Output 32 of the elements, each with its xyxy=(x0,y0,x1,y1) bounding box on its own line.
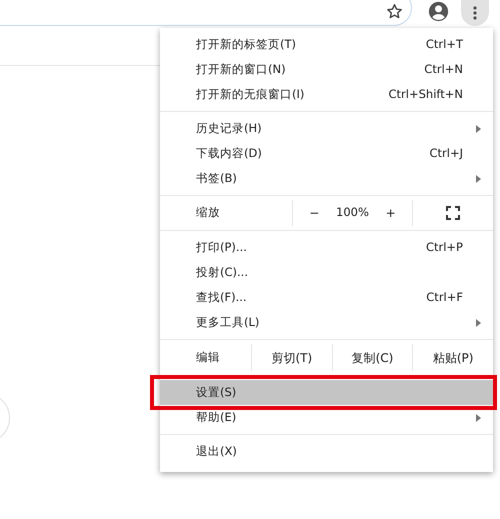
menu-item[interactable]: 历史记录(H) xyxy=(160,116,493,141)
menu-item[interactable]: 打开新的窗口(N) Ctrl+N xyxy=(160,57,493,82)
shortcut-text: Ctrl+F xyxy=(426,288,463,306)
shortcut-text: Ctrl+J xyxy=(430,144,463,162)
shortcut-text: Ctrl+T xyxy=(426,36,463,53)
star-icon[interactable] xyxy=(386,3,403,20)
menu-item[interactable]: 书签(B) xyxy=(160,166,493,191)
shortcut-text: Ctrl+Shift+N xyxy=(388,86,463,103)
edit-button[interactable]: 粘贴(P) xyxy=(412,344,494,371)
menu-item[interactable]: 打印(P)... Ctrl+P xyxy=(160,235,493,260)
menu-item[interactable]: 投射(C)... xyxy=(160,260,493,285)
shortcut-text: Ctrl+N xyxy=(424,60,463,78)
menu-item[interactable]: 退出(X) xyxy=(160,439,493,464)
menu-item[interactable]: 下载内容(D) Ctrl+J xyxy=(160,141,493,166)
edit-label: 编辑 xyxy=(195,348,221,366)
edit-button[interactable]: 复制(C) xyxy=(332,344,412,371)
menu-item[interactable]: 帮助(E) xyxy=(160,405,493,430)
shortcut-text: Ctrl+P xyxy=(426,238,463,256)
account-icon[interactable] xyxy=(428,1,449,22)
menu-item[interactable]: 打开新的无痕窗口(I) Ctrl+Shift+N xyxy=(160,82,493,107)
edit-button[interactable]: 剪切(T) xyxy=(251,344,332,371)
kebab-icon xyxy=(473,6,477,20)
fullscreen-icon[interactable] xyxy=(446,206,460,220)
zoom-in-button[interactable]: + xyxy=(382,204,400,222)
zoom-value: 100% xyxy=(336,204,369,222)
zoom-out-button[interactable]: − xyxy=(305,204,324,222)
menu-item[interactable]: 打开新的标签页(T) Ctrl+T xyxy=(160,32,493,57)
menu-item[interactable]: 设置(S) xyxy=(160,380,493,405)
menu-button[interactable] xyxy=(461,0,489,26)
menu-item[interactable]: 更多工具(L) xyxy=(160,310,493,335)
menu-item[interactable]: 查找(F)... Ctrl+F xyxy=(160,285,493,310)
zoom-label: 缩放 xyxy=(195,204,221,222)
